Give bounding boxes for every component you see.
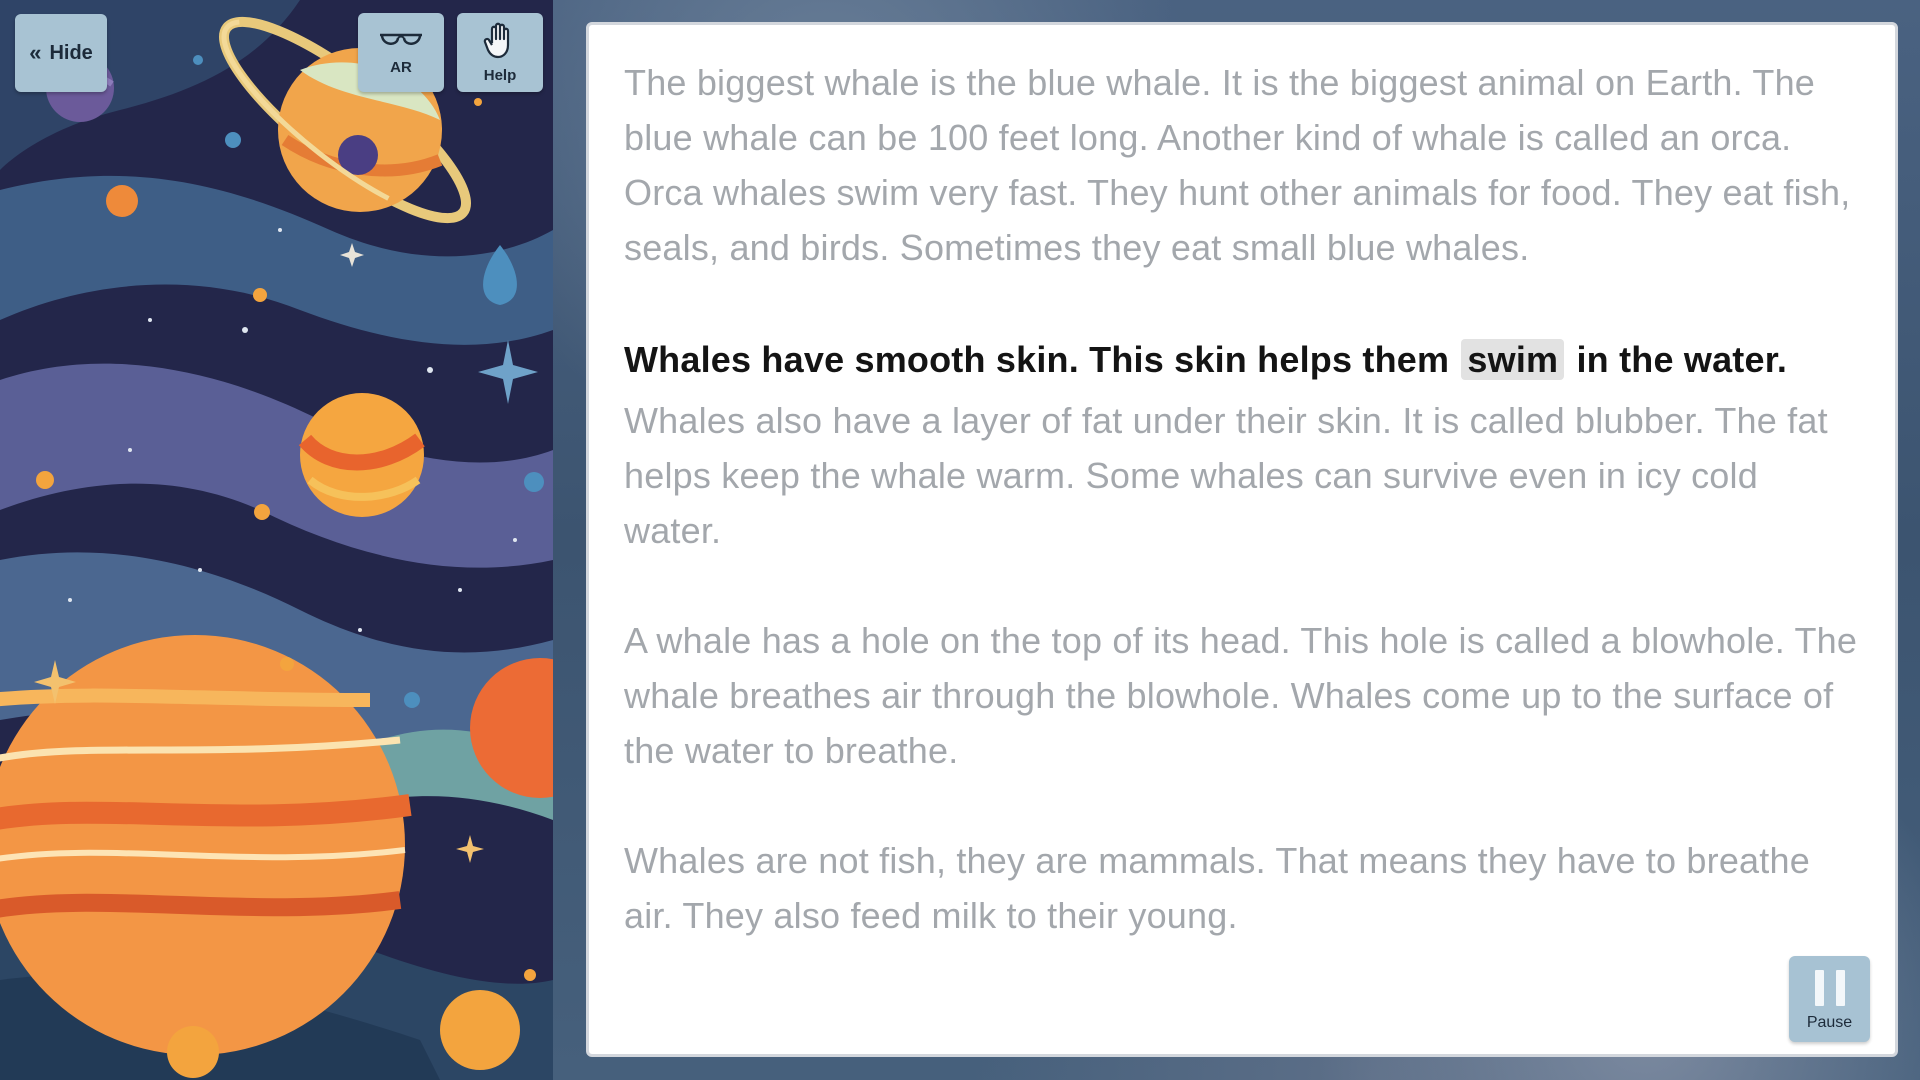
ar-label: AR	[390, 59, 412, 76]
active-sentence: Whales have smooth skin. This skin helps…	[624, 331, 1861, 389]
help-button[interactable]: Help	[457, 13, 543, 92]
ar-glasses-icon	[380, 33, 422, 45]
space-illustration	[0, 0, 553, 1080]
double-chevron-left-icon: «	[29, 40, 42, 65]
active-sentence-before: Whales have smooth skin. This skin helps…	[624, 339, 1450, 380]
reading-passage-card: The biggest whale is the blue whale. It …	[586, 22, 1898, 1057]
highlighted-word: swim	[1461, 339, 1565, 380]
pause-label: Pause	[1806, 1014, 1853, 1031]
hide-button[interactable]: « Hide	[15, 14, 107, 92]
active-sentence-after: in the water.	[1576, 339, 1788, 380]
hide-label: Hide	[49, 41, 93, 64]
paragraph: The biggest whale is the blue whale. It …	[624, 62, 1851, 268]
ar-button[interactable]: AR	[358, 13, 444, 92]
pause-icon	[1814, 970, 1845, 1006]
paragraph-rest: Whales also have a layer of fat under th…	[624, 400, 1828, 551]
paragraph: Whales are not fish, they are mammals. T…	[624, 840, 1810, 936]
help-label: Help	[483, 67, 517, 84]
paragraph: A whale has a hole on the top of its hea…	[624, 620, 1858, 771]
raised-hand-icon	[483, 22, 510, 59]
pause-button[interactable]: Pause	[1789, 956, 1870, 1042]
paragraph-current: Whales have smooth skin. This skin helps…	[624, 331, 1861, 558]
illustration-panel	[0, 0, 553, 1080]
